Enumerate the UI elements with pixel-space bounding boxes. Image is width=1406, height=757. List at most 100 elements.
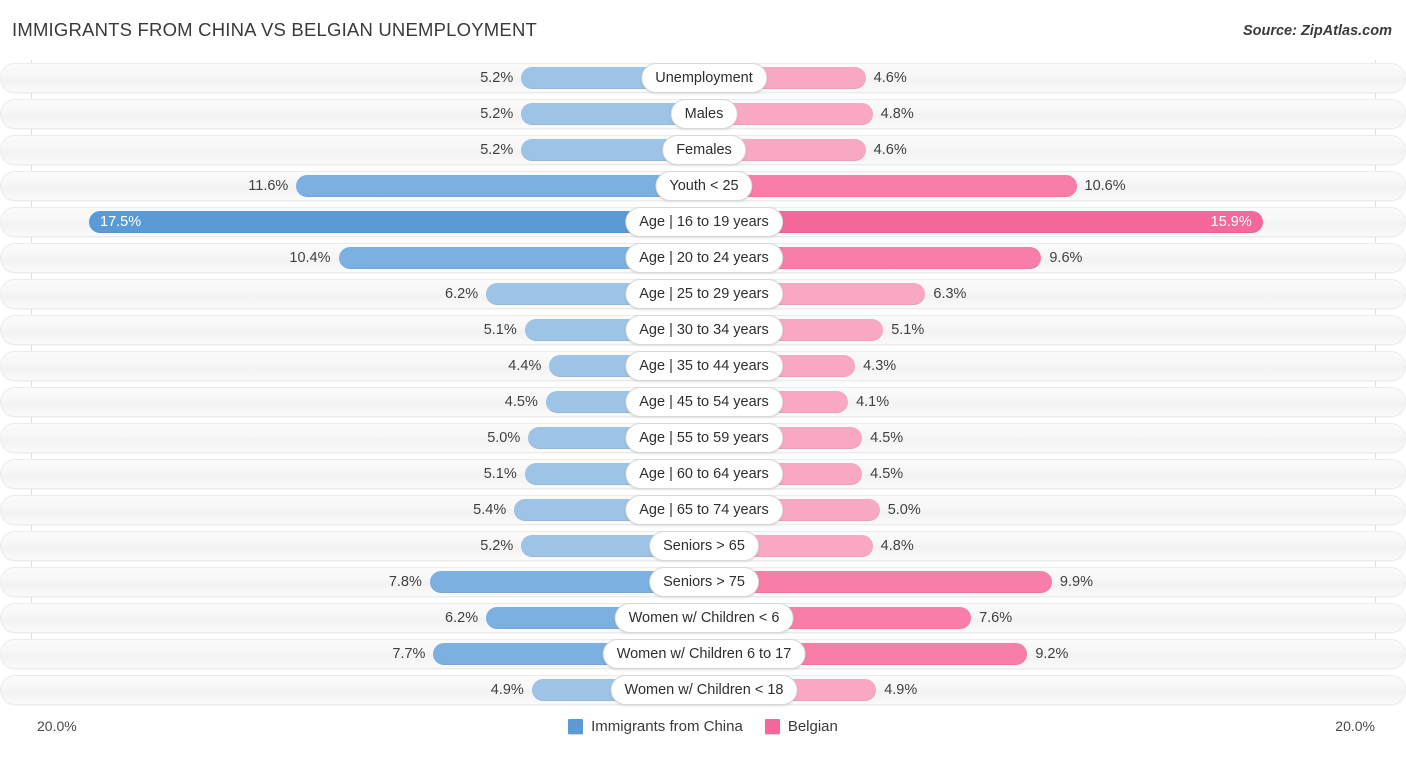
row-inner: 7.8% 9.9% Seniors > 75 [1,567,1406,597]
value-label-left: 6.2% [445,286,479,302]
value-label-left: 17.5% [100,214,142,230]
category-label-pill[interactable]: Seniors > 75 [649,567,759,597]
value-label-left: 7.8% [388,574,422,590]
table-row[interactable]: 17.5% 15.9% Age | 16 to 19 years [0,207,1406,237]
table-row[interactable]: 4.9% 4.9% Women w/ Children < 18 [0,675,1406,705]
row-inner: 5.2% 4.8% Seniors > 65 [1,531,1406,561]
value-label-right: 4.5% [870,466,904,482]
chart-legend: Immigrants from China Belgian [0,718,1406,735]
category-label-pill[interactable]: Females [662,135,746,165]
legend-swatch-icon [764,719,780,734]
value-label-left: 4.4% [508,358,542,374]
table-row[interactable]: 5.0% 4.5% Age | 55 to 59 years [0,423,1406,453]
chart-root: IMMIGRANTS FROM CHINA VS BELGIAN UNEMPLO… [0,0,1406,757]
table-row[interactable]: 6.2% 7.6% Women w/ Children < 6 [0,603,1406,633]
plot-area: 5.2% 4.6% Unemployment 5.2% 4.8% Males 5.2% 4.6… [0,60,1406,717]
category-label-pill[interactable]: Unemployment [641,63,767,93]
table-row[interactable]: 5.2% 4.6% Unemployment [0,63,1406,93]
page-title: IMMIGRANTS FROM CHINA VS BELGIAN UNEMPLO… [12,19,538,40]
table-row[interactable]: 5.1% 5.1% Age | 30 to 34 years [0,315,1406,345]
value-label-left: 5.2% [480,142,514,158]
value-label-left: 5.2% [480,70,514,86]
value-label-left: 7.7% [392,646,426,662]
value-label-right: 9.2% [1035,646,1069,662]
row-inner: 6.2% 6.3% Age | 25 to 29 years [1,279,1406,309]
category-label-pill[interactable]: Age | 60 to 64 years [625,459,783,489]
table-row[interactable]: 4.5% 4.1% Age | 45 to 54 years [0,387,1406,417]
bar-immigrants-from-china[interactable] [296,175,704,197]
table-row[interactable]: 5.2% 4.6% Females [0,135,1406,165]
row-inner: 7.7% 9.2% Women w/ Children 6 to 17 [1,639,1406,669]
legend-item[interactable]: Immigrants from China [568,718,743,735]
value-label-left: 11.6% [248,178,289,194]
category-label-pill[interactable]: Age | 45 to 54 years [625,387,783,417]
value-label-right: 5.1% [891,322,925,338]
category-label-pill[interactable]: Age | 25 to 29 years [625,279,783,309]
row-inner: 5.4% 5.0% Age | 65 to 74 years [1,495,1406,525]
category-label-pill[interactable]: Age | 30 to 34 years [625,315,783,345]
value-label-left: 5.0% [487,430,521,446]
row-inner: 5.2% 4.6% Unemployment [1,63,1406,93]
value-label-right: 4.9% [884,682,918,698]
value-label-right: 5.0% [887,502,921,518]
value-label-left: 5.2% [480,106,514,122]
value-label-left: 5.1% [483,466,517,482]
table-row[interactable]: 11.6% 10.6% Youth < 25 [0,171,1406,201]
row-inner: 4.9% 4.9% Women w/ Children < 18 [1,675,1406,705]
value-label-right: 4.8% [880,538,914,554]
legend-item[interactable]: Belgian [764,718,838,735]
value-label-right: 6.3% [933,286,967,302]
category-label-pill[interactable]: Women w/ Children < 6 [614,603,794,633]
category-label-pill[interactable]: Males [670,99,738,129]
value-label-right: 4.5% [870,430,904,446]
category-label-pill[interactable]: Age | 55 to 59 years [625,423,783,453]
row-inner: 5.2% 4.6% Females [1,135,1406,165]
legend-label: Belgian [787,718,838,735]
legend-swatch-icon [568,719,584,734]
bar-row-list: 5.2% 4.6% Unemployment 5.2% 4.8% Males 5.2% 4.6… [0,63,1406,711]
value-label-left: 4.9% [490,682,524,698]
row-inner: 17.5% 15.9% Age | 16 to 19 years [1,207,1406,237]
value-label-right: 10.6% [1084,178,1126,194]
value-label-left: 4.5% [504,394,538,410]
bar-belgian[interactable] [704,211,1263,233]
row-inner: 4.4% 4.3% Age | 35 to 44 years [1,351,1406,381]
category-label-pill[interactable]: Age | 20 to 24 years [625,243,783,273]
value-label-left: 5.1% [483,322,517,338]
value-label-right: 4.3% [863,358,897,374]
table-row[interactable]: 5.2% 4.8% Males [0,99,1406,129]
table-row[interactable]: 6.2% 6.3% Age | 25 to 29 years [0,279,1406,309]
table-row[interactable]: 7.7% 9.2% Women w/ Children 6 to 17 [0,639,1406,669]
row-inner: 5.1% 5.1% Age | 30 to 34 years [1,315,1406,345]
row-inner: 5.2% 4.8% Males [1,99,1406,129]
bar-belgian[interactable] [704,175,1077,197]
table-row[interactable]: 5.2% 4.8% Seniors > 65 [0,531,1406,561]
value-label-right: 4.6% [873,142,907,158]
row-inner: 4.5% 4.1% Age | 45 to 54 years [1,387,1406,417]
value-label-right: 4.1% [856,394,890,410]
value-label-left: 5.2% [480,538,514,554]
row-inner: 6.2% 7.6% Women w/ Children < 6 [1,603,1406,633]
row-inner: 10.4% 9.6% Age | 20 to 24 years [1,243,1406,273]
source-attribution: Source: ZipAtlas.com [1242,23,1392,39]
table-row[interactable]: 5.1% 4.5% Age | 60 to 64 years [0,459,1406,489]
bar-immigrants-from-china[interactable] [89,211,704,233]
category-label-pill[interactable]: Age | 16 to 19 years [625,207,783,237]
table-row[interactable]: 7.8% 9.9% Seniors > 75 [0,567,1406,597]
category-label-pill[interactable]: Seniors > 65 [649,531,759,561]
row-inner: 11.6% 10.6% Youth < 25 [1,171,1406,201]
row-inner: 5.1% 4.5% Age | 60 to 64 years [1,459,1406,489]
value-label-left: 10.4% [289,250,331,266]
value-label-left: 6.2% [445,610,479,626]
table-row[interactable]: 4.4% 4.3% Age | 35 to 44 years [0,351,1406,381]
category-label-pill[interactable]: Women w/ Children < 18 [610,675,798,705]
row-inner: 5.0% 4.5% Age | 55 to 59 years [1,423,1406,453]
category-label-pill[interactable]: Youth < 25 [655,171,753,201]
category-label-pill[interactable]: Women w/ Children 6 to 17 [602,639,806,669]
legend-label: Immigrants from China [591,718,743,735]
table-row[interactable]: 10.4% 9.6% Age | 20 to 24 years [0,243,1406,273]
value-label-left: 5.4% [473,502,507,518]
category-label-pill[interactable]: Age | 65 to 74 years [625,495,783,525]
table-row[interactable]: 5.4% 5.0% Age | 65 to 74 years [0,495,1406,525]
category-label-pill[interactable]: Age | 35 to 44 years [625,351,783,381]
